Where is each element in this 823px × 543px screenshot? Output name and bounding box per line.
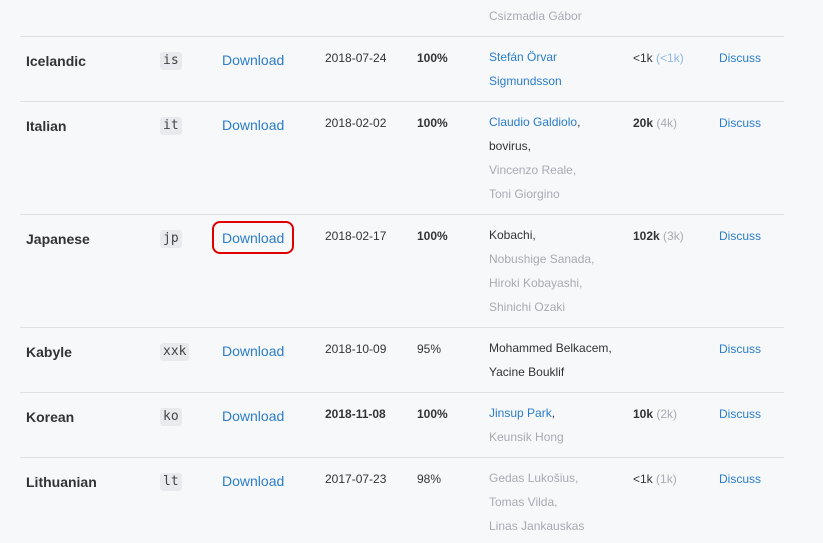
completion-percent: 100% [417, 116, 448, 130]
contributor-name: Mohammed Belkacem, [489, 341, 612, 355]
language-name: Japanese [26, 231, 90, 247]
contributor-list: Stefán Örvar Sigmundsson [489, 45, 562, 93]
contributor-entry: Claudio Galdiolo, [489, 110, 580, 134]
contributor-name: Tomas Vilda, [489, 495, 558, 509]
contributor-list: Kobachi, Nobushige Sanada, Hiroki Kobaya… [489, 223, 594, 319]
download-link[interactable]: Download [222, 117, 284, 133]
discuss-link[interactable]: Discuss [719, 116, 761, 130]
contributor-list: Mohammed Belkacem, Yacine Bouklif [489, 336, 612, 384]
word-count: <1k (<1k) [633, 51, 684, 65]
language-code: lt [160, 473, 182, 491]
contributor-name: Yacine Bouklif [489, 365, 565, 379]
count-sub: (1k) [656, 472, 677, 486]
contributor-name: Vincenzo Reale, [489, 163, 577, 177]
discuss-link[interactable]: Discuss [719, 51, 761, 65]
contributor-name: Gedas Lukošius, [489, 471, 579, 485]
separator: , [551, 406, 556, 420]
discuss-link[interactable]: Discuss [719, 407, 761, 421]
language-name: Icelandic [26, 53, 86, 69]
date: 2018-02-17 [325, 229, 387, 243]
contributor-name: bovirus, [489, 139, 532, 153]
word-count: 10k (2k) [633, 407, 677, 421]
contributor-list: Claudio Galdiolo, bovirus, Vincenzo Real… [489, 110, 580, 206]
count-sub: (3k) [663, 229, 684, 243]
download-link[interactable]: Download [222, 52, 284, 68]
language-code: it [160, 117, 182, 135]
date: 2018-10-09 [325, 342, 387, 356]
date: 2018-02-02 [325, 116, 387, 130]
contributor-list: Jinsup Park, Keunsik Hong [489, 401, 564, 449]
completion-percent: 100% [417, 407, 448, 421]
contributor-link[interactable]: Claudio Galdiolo [489, 115, 577, 129]
completion-percent: 100% [417, 51, 448, 65]
table-row: Kabyle xxk Download 2018-10-09 95% Moham… [20, 327, 784, 393]
table-row: Japanese jp Download 2018-02-17 100% Kob… [20, 214, 784, 328]
language-code: xxk [160, 343, 190, 361]
count-value: 20k [633, 116, 654, 130]
completion-percent: 98% [417, 472, 442, 486]
discuss-link[interactable]: Discuss [719, 342, 761, 356]
language-name: Italian [26, 118, 67, 134]
word-count: 102k (3k) [633, 229, 684, 243]
table-row: Lithuanian lt Download 2017-07-23 98% Ge… [20, 457, 784, 543]
count-value: <1k [633, 51, 653, 65]
highlight-annotation [212, 221, 294, 254]
count-value: 10k [633, 407, 654, 421]
word-count: <1k (1k) [633, 472, 677, 486]
language-name: Lithuanian [26, 474, 97, 490]
contributor-name: Toni Giorgino [489, 187, 560, 201]
download-link[interactable]: Download [222, 343, 284, 359]
contributor-entry: Jinsup Park, [489, 401, 564, 425]
download-link[interactable]: Download [222, 408, 284, 424]
language-name: Kabyle [26, 344, 72, 360]
contributor-list: Gedas Lukošius, Tomas Vilda, Linas Janka… [489, 466, 584, 538]
count-value: <1k [633, 472, 653, 486]
contributor-name: Linas Jankauskas [489, 519, 585, 533]
completion-percent: 100% [417, 229, 448, 243]
contributor-link[interactable]: Stefán Örvar [489, 45, 562, 69]
contributor-name: Kobachi, [489, 228, 536, 242]
separator: , [577, 115, 581, 129]
download-link[interactable]: Download [222, 473, 284, 489]
language-name: Korean [26, 409, 75, 425]
table-row: Italian it Download 2018-02-02 100% Clau… [20, 101, 784, 215]
count-sub: (2k) [656, 407, 678, 421]
word-count: 20k (4k) [633, 116, 677, 130]
language-code: jp [160, 230, 182, 248]
date: 2018-11-08 [325, 407, 386, 421]
translations-table: Csizmadia Gábor Icelandic is Download 20… [0, 0, 823, 543]
discuss-link[interactable]: Discuss [719, 229, 761, 243]
language-code: ko [160, 408, 182, 426]
table-row: Korean ko Download 2018-11-08 100% Jinsu… [20, 392, 784, 458]
contributor-name: Keunsik Hong [489, 430, 564, 444]
table-row: Icelandic is Download 2018-07-24 100% St… [20, 36, 784, 102]
contributor-list: Csizmadia Gábor [489, 4, 582, 28]
contributor-link[interactable]: Jinsup Park [489, 406, 552, 420]
contributor-name: Nobushige Sanada, [489, 252, 595, 266]
discuss-link[interactable]: Discuss [719, 472, 761, 486]
date: 2018-07-24 [325, 51, 387, 65]
date: 2017-07-23 [325, 472, 387, 486]
count-sub: (4k) [656, 116, 678, 130]
count-value: 102k [633, 229, 660, 243]
contributor-link[interactable]: Sigmundsson [489, 69, 562, 93]
contributor-name: Shinichi Ozaki [489, 300, 566, 314]
completion-percent: 95% [417, 342, 442, 356]
contributor-name: Csizmadia Gábor [489, 9, 582, 23]
language-code: is [160, 52, 182, 70]
contributor-name: Hiroki Kobayashi, [489, 276, 583, 290]
count-sub: (<1k) [656, 51, 684, 65]
